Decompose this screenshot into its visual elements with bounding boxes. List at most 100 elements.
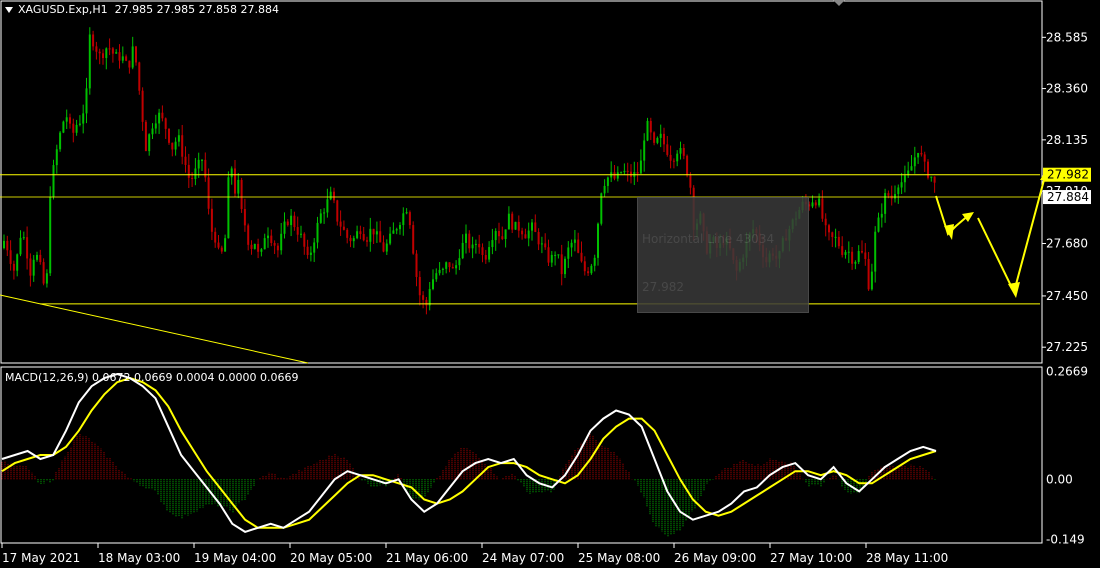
candle-body (451, 267, 454, 269)
candle-body (913, 157, 916, 167)
candle-body (9, 250, 12, 264)
candle-body (290, 215, 293, 226)
candle-body (52, 165, 55, 197)
candle-body (455, 265, 458, 269)
candle-body (620, 172, 623, 174)
candle-body (125, 56, 128, 61)
candle-body (616, 172, 619, 179)
candle-body (583, 261, 586, 272)
candle-body (3, 240, 5, 249)
candle-body (385, 243, 388, 252)
candle-body (498, 231, 500, 237)
candle-body (656, 137, 659, 143)
time-tick-label: 18 May 03:00 (98, 551, 180, 565)
candle-body (448, 262, 451, 268)
candle-body (243, 208, 246, 226)
time-tick-label: 27 May 10:00 (770, 551, 852, 565)
candle-body (491, 240, 494, 248)
candle-body (36, 254, 38, 260)
candle-body (606, 177, 609, 186)
candle-body (39, 254, 42, 263)
candle-body (98, 51, 101, 54)
candle-body (930, 176, 933, 178)
candle-body (191, 177, 194, 179)
candle-body (537, 231, 540, 245)
candle-body (171, 142, 174, 150)
candle-body (280, 233, 283, 251)
candle-body (405, 212, 408, 214)
candle-body (521, 230, 524, 235)
candle-body (511, 213, 514, 230)
time-tick-label: 24 May 07:00 (482, 551, 564, 565)
candle-body (527, 230, 530, 239)
candle-body (557, 254, 560, 256)
candle-body (121, 56, 124, 61)
candle-body (69, 117, 71, 124)
candle-body (894, 194, 896, 199)
candle-body (649, 120, 652, 133)
candle-body (623, 170, 626, 173)
candle-body (359, 231, 362, 235)
candle-body (445, 262, 448, 269)
candle-body (910, 166, 913, 171)
time-tick-label: 26 May 09:00 (674, 551, 756, 565)
candle-body (501, 236, 504, 240)
candle-body (319, 213, 322, 223)
candle-body (92, 34, 95, 47)
candle-body (306, 246, 309, 255)
candle-body (382, 242, 385, 252)
candle-body (55, 149, 58, 166)
candle-body (207, 177, 210, 209)
candle-body (181, 135, 184, 157)
candle-body (573, 239, 576, 243)
candle-body (854, 261, 857, 264)
candle-body (164, 118, 167, 129)
candle-body (49, 196, 52, 274)
candle-body (102, 53, 104, 59)
candle-body (666, 144, 669, 155)
candle-body (814, 202, 817, 206)
candle-body (847, 251, 850, 253)
candle-body (880, 213, 883, 218)
candle-body (560, 254, 563, 275)
candle-body (349, 237, 352, 242)
candle-body (874, 231, 877, 272)
candle-body (669, 154, 672, 161)
candle-body (395, 229, 398, 231)
candle-body (62, 121, 65, 133)
candle-body (438, 269, 441, 274)
candle-body (897, 187, 900, 195)
candle-body (45, 273, 48, 284)
macd-tick-label: 0.2669 (1046, 364, 1088, 378)
candle-body (300, 233, 302, 235)
candle-body (554, 254, 557, 256)
candle-body (408, 212, 411, 226)
candle-body (887, 193, 890, 196)
candle-body (323, 212, 326, 214)
candle-body (811, 202, 814, 207)
candle-body (220, 247, 223, 252)
candle-body (636, 172, 639, 174)
time-tick-label: 21 May 06:00 (386, 551, 468, 565)
candle-body (339, 221, 342, 227)
candle-body (867, 258, 870, 290)
candle-body (293, 215, 296, 228)
candle-body (461, 242, 464, 259)
candle-body (286, 221, 289, 226)
tooltip-line-value: 27.982 (642, 280, 684, 294)
candle-body (128, 60, 131, 68)
candle-body (177, 135, 180, 142)
candle-body (201, 159, 203, 161)
collapse-triangle-icon[interactable] (5, 7, 13, 13)
price-chart[interactable]: 28.58528.36028.13527.91027.68027.45027.2… (0, 0, 1100, 568)
candle-body (267, 235, 269, 239)
candle-body (88, 34, 91, 89)
candle-body (870, 271, 873, 290)
candle-body (141, 90, 144, 122)
candle-body (564, 258, 566, 275)
candle-body (531, 222, 533, 231)
candle-body (375, 231, 378, 235)
candle-body (366, 240, 368, 242)
candle-body (900, 182, 903, 188)
time-tick-label: 17 May 2021 (2, 551, 80, 565)
